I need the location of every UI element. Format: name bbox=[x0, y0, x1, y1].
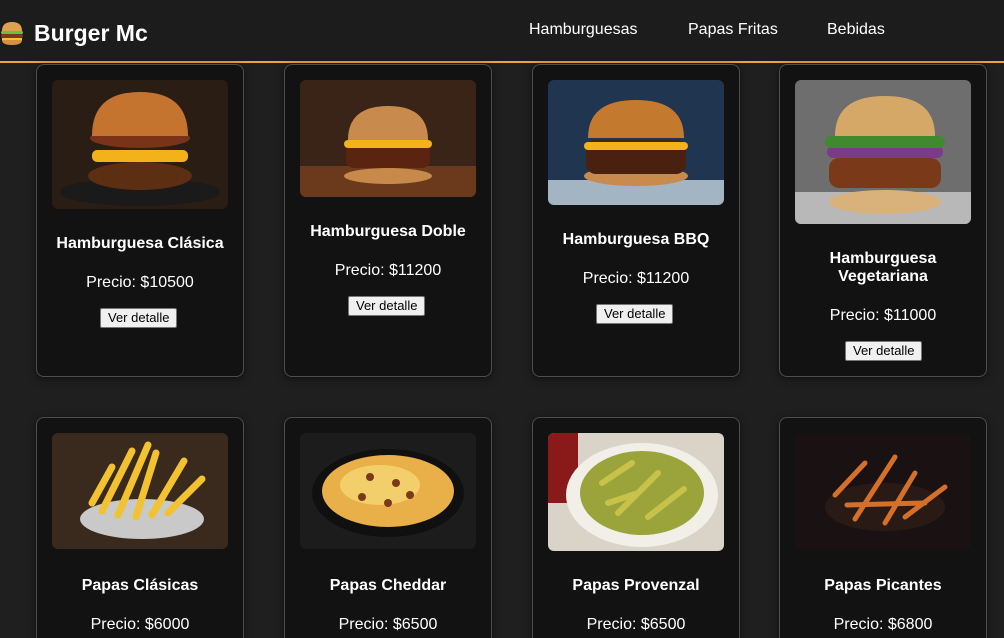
product-price: Precio: $6500 bbox=[338, 616, 438, 633]
view-detail-button[interactable]: Ver detalle bbox=[596, 304, 674, 324]
nav-papas-fritas[interactable]: Papas Fritas bbox=[688, 21, 778, 39]
provenzal-fries-photo bbox=[548, 433, 724, 551]
site-header: Burger Mc Hamburguesas Papas Fritas Bebi… bbox=[0, 0, 1004, 63]
nav-hamburguesas[interactable]: Hamburguesas bbox=[529, 21, 638, 39]
product-name: Papas Clásicas bbox=[81, 577, 199, 594]
product-name: Papas Cheddar bbox=[329, 577, 447, 594]
product-name: Hamburguesa Doble bbox=[310, 223, 466, 240]
classic-burger-photo bbox=[52, 80, 228, 209]
product-card: Hamburguesa Doble Precio: $11200 Ver det… bbox=[284, 64, 492, 377]
view-detail-button[interactable]: Ver detalle bbox=[100, 308, 178, 328]
product-name: Hamburguesa Clásica bbox=[56, 235, 224, 252]
product-price: Precio: $11200 bbox=[582, 270, 690, 287]
product-card: Hamburguesa Clásica Precio: $10500 Ver d… bbox=[36, 64, 244, 377]
nav-bebidas[interactable]: Bebidas bbox=[827, 21, 885, 39]
product-price: Precio: $10500 bbox=[86, 274, 194, 291]
double-burger-photo bbox=[300, 80, 476, 197]
bbq-burger-photo bbox=[548, 80, 724, 205]
product-card: Papas Clásicas Precio: $6000 bbox=[36, 417, 244, 638]
product-card: Hamburguesa Vegetariana Precio: $11000 V… bbox=[779, 64, 987, 377]
product-card: Papas Picantes Precio: $6800 bbox=[779, 417, 987, 638]
product-card: Papas Provenzal Precio: $6500 bbox=[532, 417, 740, 638]
classic-fries-photo bbox=[52, 433, 228, 549]
spicy-fries-photo bbox=[795, 433, 971, 549]
product-card: Hamburguesa BBQ Precio: $11200 Ver detal… bbox=[532, 64, 740, 377]
product-price: Precio: $11200 bbox=[334, 262, 442, 279]
main-nav: Hamburguesas Papas Fritas Bebidas bbox=[0, 21, 1004, 41]
veggie-burger-photo bbox=[795, 80, 971, 224]
product-name: Papas Picantes bbox=[824, 577, 942, 594]
cheddar-fries-photo bbox=[300, 433, 476, 549]
view-detail-button[interactable]: Ver detalle bbox=[845, 341, 923, 361]
product-card: Papas Cheddar Precio: $6500 bbox=[284, 417, 492, 638]
product-name: Hamburguesa BBQ bbox=[562, 231, 710, 248]
view-detail-button[interactable]: Ver detalle bbox=[348, 296, 426, 316]
product-price: Precio: $11000 bbox=[829, 307, 937, 324]
product-price: Precio: $6800 bbox=[833, 616, 933, 633]
product-price: Precio: $6500 bbox=[586, 616, 686, 633]
product-name: Papas Provenzal bbox=[572, 577, 700, 594]
product-price: Precio: $6000 bbox=[90, 616, 190, 633]
product-name: Hamburguesa Vegetariana bbox=[829, 250, 937, 285]
